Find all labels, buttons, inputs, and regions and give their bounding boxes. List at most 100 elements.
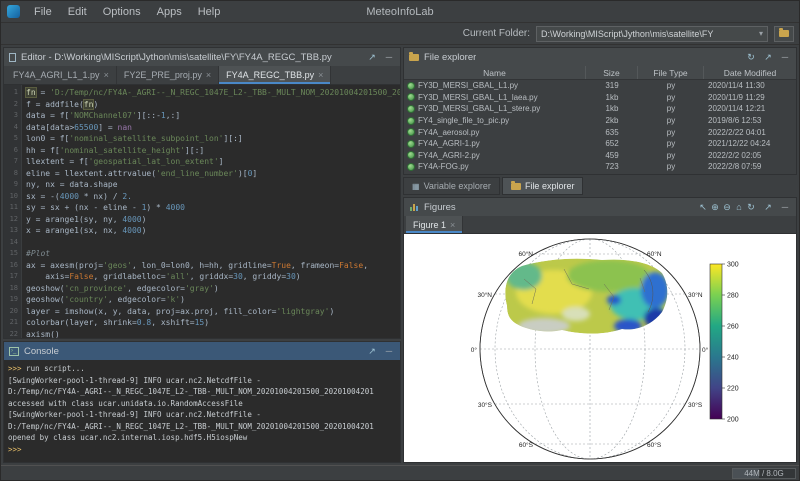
grid-label: 30°N: [688, 291, 703, 299]
file-name-cell: FY3D_MERSI_GBAL_L1_stere.py: [404, 104, 586, 113]
close-icon[interactable]: ×: [318, 70, 323, 80]
grid-label: 60°S: [647, 441, 662, 449]
minimize-panel-icon[interactable]: ─: [383, 342, 395, 360]
meteoinfolab-window: FileEditOptionsAppsHelp MeteoInfoLab Cur…: [0, 0, 800, 481]
file-row[interactable]: FY3D_MERSI_GBAL_L1.py319py2020/11/4 11:3…: [404, 80, 796, 92]
explorer-tab-strip: ▦Variable explorerFile explorer: [403, 177, 797, 195]
line-number: 19: [4, 294, 18, 306]
zoom-out-icon[interactable]: ⊖: [721, 198, 733, 216]
file-size-cell: 2kb: [586, 116, 638, 125]
menu-options[interactable]: Options: [95, 4, 149, 20]
file-table-header: NameSizeFile TypeDate Modified: [404, 66, 796, 80]
file-table-body: FY3D_MERSI_GBAL_L1.py319py2020/11/4 11:3…: [404, 80, 796, 174]
minimize-panel-icon[interactable]: ─: [383, 48, 395, 66]
console-line: >>> run script...: [8, 363, 396, 375]
editor-panel: Editor - D:\Working\MIScript\Jython\mis\…: [3, 47, 401, 339]
file-date-cell: 2022/2/2 02:05: [704, 151, 796, 160]
editor-tab-label: FY2E_PRE_proj.py: [124, 70, 202, 80]
figure-tab[interactable]: Figure 1 ×: [406, 216, 463, 233]
code-line: layer = imshow(x, y, data, proj=ax.proj,…: [26, 306, 400, 318]
menu-apps[interactable]: Apps: [149, 4, 190, 20]
console-line: [SwingWorker-pool-1-thread-9] INFO ucar.…: [8, 409, 396, 421]
select-pointer-icon[interactable]: ↖: [697, 198, 709, 216]
document-icon: [9, 53, 16, 62]
code-line: colorbar(layer, shrink=0.8, xshift=15): [26, 317, 400, 329]
float-panel-icon[interactable]: ↗: [762, 48, 774, 66]
file-row[interactable]: FY4_single_file_to_pic.py2kbpy2019/8/6 1…: [404, 115, 796, 127]
file-type-cell: py: [638, 128, 704, 137]
figures-panel-title: Figures: [424, 202, 456, 213]
line-number: 8: [4, 168, 18, 180]
chevron-down-icon[interactable]: ▾: [759, 29, 763, 38]
tab-file-explorer[interactable]: File explorer: [502, 177, 584, 195]
code-line: axism(): [26, 329, 400, 339]
grid-label: 30°N: [477, 291, 492, 299]
file-row[interactable]: FY4A-FOG.py723py2022/2/8 07:59: [404, 161, 796, 173]
current-folder-combobox[interactable]: D:\Working\MIScript\Jython\mis\satellite…: [536, 26, 768, 42]
line-number: 21: [4, 317, 18, 329]
console-output[interactable]: >>> run script... [SwingWorker-pool-1-thr…: [4, 360, 400, 462]
column-header[interactable]: File Type: [638, 66, 704, 79]
py-file-icon: [407, 151, 415, 159]
console-line: accessed with class ucar.unidata.io.Rand…: [8, 398, 396, 410]
file-size-cell: 1kb: [586, 93, 638, 102]
grid-label: 0°: [471, 346, 478, 354]
close-icon[interactable]: ×: [206, 70, 211, 80]
zoom-in-icon[interactable]: ⊕: [709, 198, 721, 216]
file-name-cell: FY4A_AGRI-1.py: [404, 139, 586, 148]
figure-canvas[interactable]: 60°N60°N30°N30°N0°0°30°S30°S60°S60°S3002…: [404, 234, 796, 462]
file-row[interactable]: FY4A_AGRI-1.py652py2021/12/22 04:24: [404, 138, 796, 150]
column-header[interactable]: Size: [586, 66, 638, 79]
py-file-icon: [407, 163, 415, 171]
code-line: data[data>65500] = nan: [26, 122, 400, 134]
close-icon[interactable]: ×: [104, 70, 109, 80]
refresh-icon[interactable]: ↻: [745, 198, 757, 216]
editor-tab[interactable]: FY4A_AGRI_L1_1.py×: [6, 66, 117, 84]
editor-tabbar: FY4A_AGRI_L1_1.py×FY2E_PRE_proj.py×FY4A_…: [4, 66, 400, 85]
code-line: axis=False, gridlabelloc='all', griddx=3…: [26, 271, 400, 283]
line-number: 4: [4, 122, 18, 134]
folder-icon: [779, 30, 789, 37]
py-file-icon: [407, 93, 415, 101]
float-panel-icon[interactable]: ↗: [366, 48, 378, 66]
line-number: 16: [4, 260, 18, 272]
file-name-cell: FY3D_MERSI_GBAL_L1_laea.py: [404, 93, 586, 102]
py-file-icon: [407, 82, 415, 90]
colorbar-tick-label: 200: [727, 417, 739, 424]
float-panel-icon[interactable]: ↗: [762, 198, 774, 216]
grid-label: 30°S: [478, 401, 493, 409]
menu-help[interactable]: Help: [190, 4, 229, 20]
memory-indicator[interactable]: 44M / 8.0G: [732, 468, 796, 479]
editor-tab[interactable]: FY2E_PRE_proj.py ×: [117, 66, 219, 84]
full-extent-icon[interactable]: ⌂: [733, 198, 745, 216]
column-header[interactable]: Date Modified: [704, 66, 796, 79]
file-type-cell: py: [638, 151, 704, 160]
code-line: y = arange1(sy, ny, 4000): [26, 214, 400, 226]
menu-edit[interactable]: Edit: [60, 4, 95, 20]
line-number: 3: [4, 110, 18, 122]
file-name-cell: FY4A_aerosol.py: [404, 128, 586, 137]
file-row[interactable]: FY3D_MERSI_GBAL_L1_stere.py1kbpy2020/11/…: [404, 103, 796, 115]
tab-variable-explorer[interactable]: ▦Variable explorer: [403, 177, 500, 195]
line-number: 10: [4, 191, 18, 203]
float-panel-icon[interactable]: ↗: [366, 342, 378, 360]
file-row[interactable]: FY3D_MERSI_GBAL_L1_laea.py1kbpy2020/11/9…: [404, 92, 796, 104]
refresh-icon[interactable]: ↻: [745, 48, 757, 66]
menu-file[interactable]: File: [26, 4, 60, 20]
code-line: hh = f['nominal_satellite_height'][:]: [26, 145, 400, 157]
column-header[interactable]: Name: [404, 66, 586, 79]
browse-folder-button[interactable]: [774, 26, 794, 42]
file-row[interactable]: FY4A_aerosol.py635py2022/2/22 04:01: [404, 126, 796, 138]
minimize-panel-icon[interactable]: ─: [779, 198, 791, 216]
tab-label: Variable explorer: [424, 181, 491, 191]
file-row[interactable]: FY4A_AGRI-2.py459py2022/2/2 02:05: [404, 150, 796, 162]
code-editor[interactable]: 12345678910111213141516171819202122 fn =…: [4, 85, 400, 338]
file-date-cell: 2019/8/6 12:53: [704, 116, 796, 125]
figure-plot: 60°N60°N30°N30°N0°0°30°S30°S60°S60°S3002…: [404, 234, 796, 462]
right-column: File explorer ↻ ↗ ─ NameSizeFile TypeDat…: [403, 47, 797, 463]
close-icon[interactable]: ×: [450, 220, 455, 230]
editor-tab[interactable]: FY4A_REGC_TBB.py×: [219, 66, 331, 84]
code-text[interactable]: fn = 'D:/Temp/nc/FY4A-_AGRI--_N_REGC_104…: [22, 85, 400, 338]
minimize-panel-icon[interactable]: ─: [779, 48, 791, 66]
code-line: x = arange1(sx, nx, 4000): [26, 225, 400, 237]
